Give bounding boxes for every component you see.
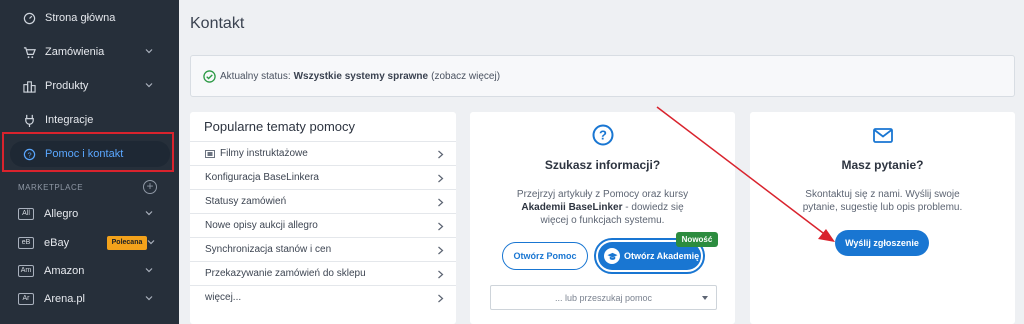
sidebar-item-products[interactable]: Produkty <box>0 73 179 99</box>
question-card-title: Masz pytanie? <box>841 158 924 172</box>
help-search-placeholder: ... lub przeszukaj pomoc <box>554 292 653 303</box>
svg-text:?: ? <box>27 150 31 159</box>
chevron-right-icon <box>438 198 444 207</box>
help-topic-label: Nowe opisy aukcji allegro <box>205 220 318 231</box>
search-card-text-line: Przejrzyj artykuły z Pomocy oraz kursy <box>516 189 689 200</box>
sidebar-item-label: Amazon <box>44 265 85 277</box>
help-topic-row[interactable]: Filmy instruktażowe <box>190 141 456 165</box>
check-circle-icon <box>203 69 216 83</box>
open-academy-label: Otwórz Akademię <box>624 251 700 261</box>
marketplace-badge: eB <box>18 237 34 249</box>
open-help-button[interactable]: Otwórz Pomoc <box>502 242 588 270</box>
chevron-right-icon <box>438 246 444 255</box>
help-search-select[interactable]: ... lub przeszukaj pomoc <box>490 285 717 310</box>
question-card: Masz pytanie? Skontaktuj się z nami. Wyś… <box>750 112 1015 324</box>
sidebar-item-label: Arena.pl <box>44 293 85 305</box>
sidebar-item-label: Strona główna <box>45 12 116 24</box>
help-topic-row[interactable]: Synchronizacja stanów i cen <box>190 237 456 261</box>
sidebar-item-home[interactable]: Strona główna <box>0 5 179 31</box>
products-icon <box>22 79 36 93</box>
add-marketplace-button[interactable]: + <box>143 180 157 194</box>
dashboard-icon <box>22 11 36 25</box>
marketplace-badge: Am <box>18 265 34 277</box>
search-info-card: ? Szukasz informacji? Przejrzyj artykuły… <box>470 112 735 324</box>
sidebar-item-label: Integracje <box>45 114 94 126</box>
sidebar-item-label: eBay <box>44 237 70 249</box>
help-topic-label: Konfiguracja BaseLinkera <box>205 172 319 183</box>
chevron-right-icon <box>438 294 444 303</box>
question-card-text-line: Skontaktuj się z nami. Wyślij swoje <box>805 189 960 200</box>
chevron-down-icon <box>145 268 153 273</box>
help-icon: ? <box>22 147 36 161</box>
question-card-text: Skontaktuj się z nami. Wyślij swoje pyta… <box>750 188 1015 214</box>
film-icon <box>205 149 215 158</box>
help-topic-label: Filmy instruktażowe <box>220 148 308 159</box>
sidebar-item-ebay[interactable]: eB eBay <box>0 230 179 256</box>
cart-icon <box>22 45 36 59</box>
help-topic-row[interactable]: Statusy zamówień <box>190 189 456 213</box>
section-label: MARKETPLACE <box>18 183 84 192</box>
sidebar-item-label: Zamówienia <box>45 46 105 58</box>
search-card-text: Przejrzyj artykuły z Pomocy oraz kursy A… <box>470 188 735 227</box>
chevron-down-icon <box>147 240 155 245</box>
question-card-text-line: pytanie, sugestię lub opis problemu. <box>802 202 963 213</box>
help-topic-label: Statusy zamówień <box>205 196 287 207</box>
sidebar-item-allegro[interactable]: All Allegro <box>0 201 179 227</box>
sidebar-item-help[interactable]: ? Pomoc i kontakt <box>0 141 179 167</box>
chevron-right-icon <box>438 222 444 231</box>
help-topic-label: Przekazywanie zamówień do sklepu <box>205 268 366 279</box>
academy-name: Akademii BaseLinker <box>521 202 623 213</box>
status-value: Wszystkie systemy sprawne <box>293 70 429 82</box>
sidebar-item-label: Produkty <box>45 80 89 92</box>
svg-text:?: ? <box>599 128 607 143</box>
sidebar-item-integrations[interactable]: Integracje <box>0 107 179 133</box>
help-topic-label: więcej... <box>205 292 242 303</box>
sidebar-item-label: Pomoc i kontakt <box>45 148 124 160</box>
search-card-text-line: więcej o funkcjach systemu. <box>540 215 665 226</box>
recommended-badge: Polecana <box>107 236 147 250</box>
chevron-right-icon <box>438 270 444 279</box>
sidebar-item-label: Allegro <box>44 208 79 220</box>
marketplace-badge: All <box>18 208 34 220</box>
help-topic-row[interactable]: więcej... <box>190 285 456 309</box>
sidebar-item-orders[interactable]: Zamówienia <box>0 39 179 65</box>
sidebar-item-arena[interactable]: Ar Arena.pl <box>0 286 179 312</box>
graduation-cap-icon <box>604 248 620 264</box>
search-card-text-line: - dowiedz się <box>622 202 684 213</box>
envelope-icon <box>872 128 893 143</box>
help-topic-label: Synchronizacja stanów i cen <box>205 244 332 255</box>
status-more-link[interactable]: (zobacz więcej) <box>431 71 500 82</box>
plug-icon <box>22 113 36 127</box>
help-topics-title: Popularne tematy pomocy <box>204 119 356 134</box>
sidebar-item-amazon[interactable]: Am Amazon <box>0 258 179 284</box>
status-banner: Aktualny status: Wszystkie systemy spraw… <box>190 55 1015 97</box>
marketplace-badge: Ar <box>18 293 34 305</box>
chevron-down-icon <box>145 49 153 54</box>
page-title: Kontakt <box>190 15 245 32</box>
help-topic-row[interactable]: Konfiguracja BaseLinkera <box>190 165 456 189</box>
sidebar: Strona główna Zamówienia Produkty Integr… <box>0 0 179 324</box>
help-topic-row[interactable]: Nowe opisy aukcji allegro <box>190 213 456 237</box>
caret-down-icon <box>702 296 708 300</box>
question-circle-icon: ? <box>592 124 613 146</box>
status-prefix: Aktualny status: <box>220 70 291 82</box>
new-badge: Nowość <box>676 232 718 247</box>
chevron-right-icon <box>438 174 444 183</box>
search-card-title: Szukasz informacji? <box>544 158 661 172</box>
chevron-right-icon <box>438 150 444 159</box>
chevron-down-icon <box>145 211 153 216</box>
chevron-down-icon <box>145 83 153 88</box>
chevron-down-icon <box>145 296 153 301</box>
help-topic-row[interactable]: Przekazywanie zamówień do sklepu <box>190 261 456 285</box>
send-ticket-button[interactable]: Wyślij zgłoszenie <box>835 230 929 256</box>
help-topics-card: Popularne tematy pomocy Filmy instruktaż… <box>190 112 456 324</box>
